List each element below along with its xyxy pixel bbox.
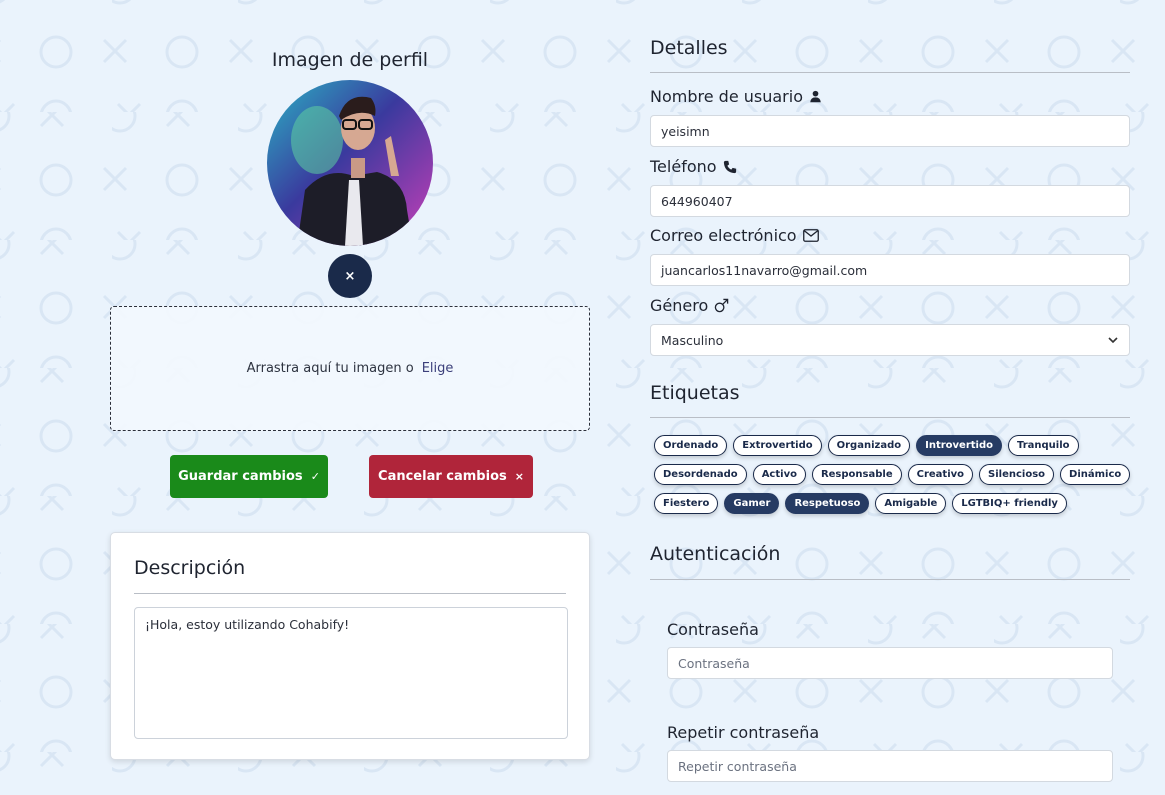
tag-chip[interactable]: Tranquilo <box>1008 435 1079 456</box>
envelope-icon <box>802 229 819 242</box>
phone-label-text: Teléfono <box>650 157 717 176</box>
tag-chip[interactable]: Fiestero <box>654 493 719 514</box>
close-icon: × <box>514 470 524 483</box>
repeat-password-input[interactable]: Repetir contraseña <box>667 750 1113 782</box>
divider <box>650 417 1130 418</box>
chevron-down-icon <box>1108 337 1118 344</box>
profile-image-title: Imagen de perfil <box>271 49 429 71</box>
username-label-text: Nombre de usuario <box>650 87 803 106</box>
tag-chip[interactable]: Extrovertido <box>733 435 822 456</box>
password-input[interactable]: Contraseña <box>667 647 1113 679</box>
username-input[interactable]: yeisimn <box>650 115 1130 147</box>
gender-label: Género <box>650 296 729 315</box>
tag-chip[interactable]: Dinámico <box>1060 464 1131 485</box>
description-textarea[interactable]: ¡Hola, estoy utilizando Cohabify! <box>134 607 568 739</box>
password-label: Contraseña <box>667 620 759 639</box>
auth-title: Autenticación <box>650 543 781 565</box>
tag-chip[interactable]: Creativo <box>907 464 974 485</box>
description-title: Descripción <box>134 557 246 579</box>
tags-title: Etiquetas <box>650 382 740 404</box>
phone-label: Teléfono <box>650 157 737 176</box>
user-icon <box>810 90 821 103</box>
avatar <box>267 80 433 246</box>
email-input[interactable]: juancarlos11navarro@gmail.com <box>650 254 1130 286</box>
tag-chip[interactable]: Respetuoso <box>785 493 870 514</box>
email-label: Correo electrónico <box>650 226 819 245</box>
remove-image-button[interactable]: × <box>328 254 372 298</box>
divider <box>134 593 566 594</box>
tag-chip[interactable]: LGTBIQ+ friendly <box>952 493 1067 514</box>
save-button-label: Guardar cambios <box>178 469 303 484</box>
tag-chip[interactable]: Silencioso <box>979 464 1055 485</box>
tag-chip[interactable]: Organizado <box>827 435 911 456</box>
tag-chip[interactable]: Responsable <box>811 464 902 485</box>
email-label-text: Correo electrónico <box>650 226 797 245</box>
description-card: Descripción ¡Hola, estoy utilizando Coha… <box>110 532 590 760</box>
tag-chip[interactable]: Desordenado <box>654 464 747 485</box>
gender-label-text: Género <box>650 296 709 315</box>
tag-chip[interactable]: Ordenado <box>654 435 728 456</box>
check-icon: ✓ <box>310 470 320 483</box>
phone-icon <box>723 160 736 173</box>
phone-input[interactable]: 644960407 <box>650 185 1130 217</box>
cancel-button[interactable]: Cancelar cambios × <box>369 455 533 498</box>
tag-chip[interactable]: Gamer <box>724 493 780 514</box>
image-dropzone[interactable]: Arrastra aquí tu imagen o Elige <box>110 306 590 431</box>
tags-list: Ordenado Extrovertido Organizado Introverti… <box>654 435 1134 514</box>
details-title: Detalles <box>650 37 728 59</box>
tag-chip[interactable]: Amigable <box>875 493 947 514</box>
male-symbol-icon <box>715 298 729 313</box>
tag-chip[interactable]: Activo <box>752 464 806 485</box>
dropzone-text: Arrastra aquí tu imagen o <box>246 361 414 376</box>
gender-select-value: Masculino <box>661 332 724 348</box>
username-label: Nombre de usuario <box>650 87 822 106</box>
divider <box>650 72 1130 73</box>
divider <box>650 579 1130 580</box>
tag-chip[interactable]: Introvertido <box>916 435 1002 456</box>
cancel-button-label: Cancelar cambios <box>378 469 507 484</box>
profile-edit-page: Imagen de perfil × Arrastra aquí tu imag… <box>0 0 1165 795</box>
close-icon: × <box>344 268 356 284</box>
choose-file-link[interactable]: Elige <box>422 361 454 376</box>
gender-select[interactable]: Masculino <box>650 324 1130 356</box>
repeat-password-label: Repetir contraseña <box>667 723 820 742</box>
save-button[interactable]: Guardar cambios ✓ <box>170 455 328 498</box>
